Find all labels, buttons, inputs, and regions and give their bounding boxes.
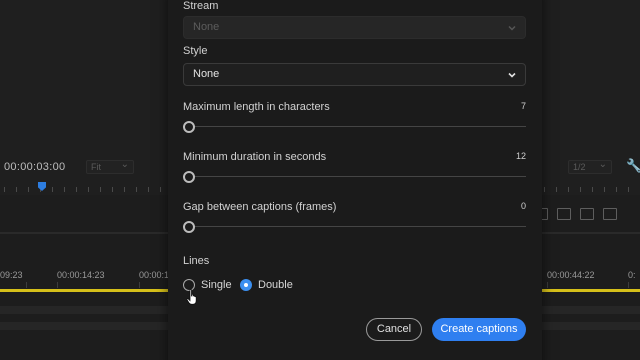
style-select-value: None: [193, 68, 220, 80]
max-length-value: 7: [520, 101, 526, 111]
ruler-tick: [112, 187, 113, 192]
work-area-bar[interactable]: [540, 289, 640, 292]
export-frame-icon[interactable]: [580, 208, 594, 220]
timeline-tick: [628, 282, 629, 288]
radio-double[interactable]: [240, 279, 252, 291]
ruler-tick: [544, 187, 545, 192]
monitor-controls: [534, 208, 617, 220]
ruler-tick: [16, 187, 17, 192]
timeline-time-label: 09:23: [0, 270, 23, 280]
timeline-time-label: 0:: [628, 270, 636, 280]
max-length-label: Maximum length in characters: [183, 101, 330, 113]
ruler-tick: [76, 187, 77, 192]
ruler-tick: [136, 187, 137, 192]
ruler-tick: [592, 187, 593, 192]
stream-select-value: None: [193, 21, 220, 33]
gap-value: 0: [520, 201, 526, 211]
wrench-icon[interactable]: 🔧: [626, 158, 640, 174]
ruler-tick: [148, 187, 149, 192]
chevron-down-icon: [508, 25, 516, 31]
cancel-button[interactable]: Cancel: [366, 318, 422, 341]
ruler-tick: [556, 187, 557, 192]
timeline-tick: [57, 282, 58, 288]
work-area-bar[interactable]: [0, 289, 180, 292]
overwrite-icon[interactable]: [557, 208, 571, 220]
radio-single-label[interactable]: Single: [201, 279, 232, 291]
ruler-tick: [64, 187, 65, 192]
gap-slider-thumb[interactable]: [183, 221, 195, 233]
timeline-tick: [139, 282, 140, 288]
min-duration-slider-track[interactable]: [189, 176, 526, 177]
stream-label: Stream: [183, 0, 219, 12]
max-length-slider-track[interactable]: [189, 126, 526, 127]
ruler-tick: [52, 187, 53, 192]
timeline-tick: [547, 282, 548, 288]
ruler-tick: [568, 187, 569, 192]
ruler-tick: [160, 187, 161, 192]
hand-pointer-cursor-icon: [186, 289, 197, 305]
timeline-tick: [26, 282, 27, 288]
stream-select: None: [183, 16, 526, 39]
timeline-time-label: 00:00:44:22: [547, 270, 595, 280]
min-duration-value: 12: [515, 151, 526, 161]
lines-label: Lines: [183, 255, 210, 267]
ruler-tick: [604, 187, 605, 192]
ruler-tick: [628, 187, 629, 192]
max-length-slider-thumb[interactable]: [183, 121, 195, 133]
compare-icon[interactable]: [603, 208, 617, 220]
gap-label: Gap between captions (frames): [183, 201, 337, 213]
chevron-down-icon: [508, 72, 516, 78]
ruler-tick: [616, 187, 617, 192]
gap-slider-track[interactable]: [189, 226, 526, 227]
min-duration-slider-thumb[interactable]: [183, 171, 195, 183]
create-captions-dialog: Stream None Style None Maximum length in…: [168, 0, 542, 360]
style-label: Style: [183, 45, 208, 57]
timeline-time-label: 00:00:14:23: [57, 270, 105, 280]
playhead-timecode[interactable]: 00:00:03:00: [4, 161, 65, 173]
ruler-tick: [124, 187, 125, 192]
ruler-tick: [88, 187, 89, 192]
resolution-select[interactable]: 1/2: [568, 159, 612, 174]
style-select[interactable]: None: [183, 63, 526, 86]
zoom-fit-select[interactable]: Fit: [86, 159, 134, 174]
ruler-tick: [100, 187, 101, 192]
ruler-tick: [580, 187, 581, 192]
min-duration-label: Minimum duration in seconds: [183, 151, 327, 163]
create-captions-button[interactable]: Create captions: [432, 318, 526, 341]
ruler-tick: [28, 187, 29, 192]
ruler-tick: [4, 187, 5, 192]
radio-double-label[interactable]: Double: [258, 279, 293, 291]
